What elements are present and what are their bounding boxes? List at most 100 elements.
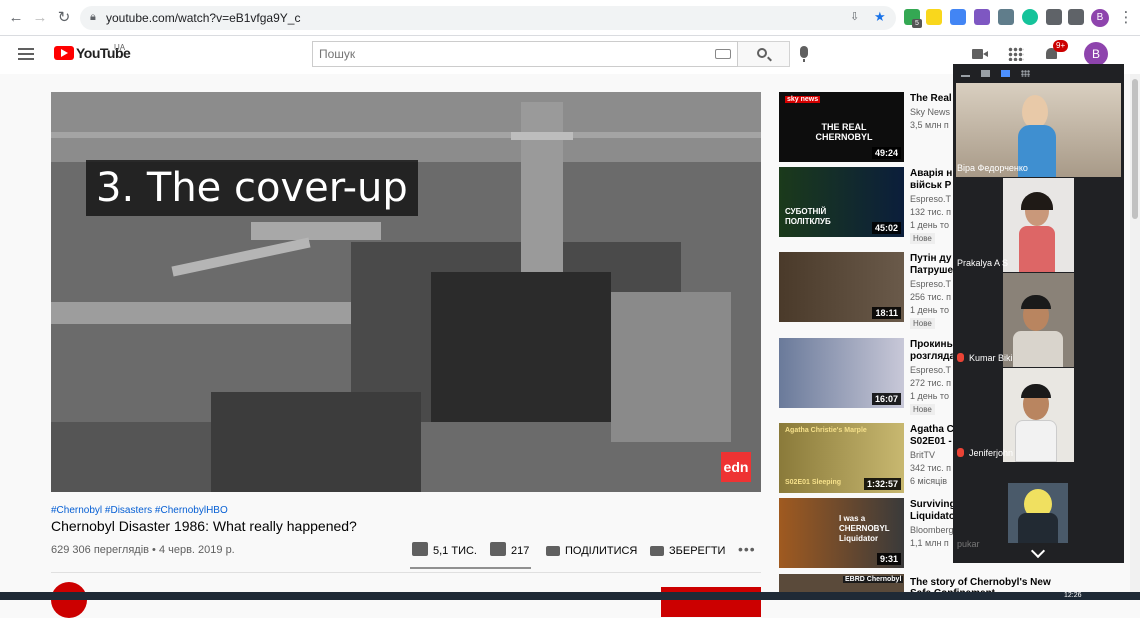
participant-name: Prakalya A S xyxy=(957,258,1009,268)
video-overlay-caption: 3. The cover-up xyxy=(86,160,418,216)
dislike-count: 217 xyxy=(511,545,530,557)
recommendation-item[interactable]: Agatha Christie's Marple S02E01 Sleeping… xyxy=(779,423,959,495)
layout-list-icon[interactable] xyxy=(1001,70,1010,77)
mic-muted-icon xyxy=(957,448,964,457)
media-control-icon[interactable] xyxy=(1068,9,1084,25)
share-label: ПОДІЛИТИСЯ xyxy=(565,545,638,557)
bookmark-star-icon[interactable]: ★ xyxy=(874,9,886,25)
recommendation-title-line2[interactable]: військ Р xyxy=(910,179,958,192)
recommendation-thumbnail[interactable]: I was a CHERNOBYL Liquidator 9:31 xyxy=(779,498,904,568)
video-duration: 18:11 xyxy=(872,307,901,319)
browser-toolbar: ← → ↻ 🔒︎ youtube.com/watch?v=eB1vfga9Y_c… xyxy=(0,0,1140,36)
participant-tile[interactable]: Prakalya A S xyxy=(953,178,1124,272)
people-extension-icon[interactable] xyxy=(998,9,1014,25)
region-code: UA xyxy=(114,43,126,52)
user-avatar[interactable]: B xyxy=(1084,42,1108,66)
menu-icon[interactable] xyxy=(18,48,34,60)
layout-grid-icon[interactable] xyxy=(1021,70,1030,77)
address-bar[interactable]: 🔒︎ youtube.com/watch?v=eB1vfga9Y_c ⇩ ★ xyxy=(80,6,896,30)
recommendation-item[interactable]: sky news THE REAL CHERNOBYL 49:24 The Re… xyxy=(779,92,959,164)
browser-menu-icon[interactable]: ⋮ xyxy=(1116,8,1136,28)
new-badge: Нове xyxy=(910,404,935,415)
participant-video xyxy=(1003,178,1074,272)
recommendation-title[interactable]: The Real xyxy=(910,92,958,105)
video-player[interactable]: 3. The cover-up edn xyxy=(51,92,761,492)
recommendation-thumbnail[interactable]: 16:07 xyxy=(779,338,904,408)
video-duration: 9:31 xyxy=(876,553,901,565)
keyboard-icon[interactable] xyxy=(715,49,731,59)
reload-icon[interactable]: ↻ xyxy=(54,8,74,28)
recommendation-age: 6 місяців xyxy=(910,476,948,486)
channel-avatar[interactable] xyxy=(51,582,87,618)
save-button[interactable]: ЗБЕРЕГТИ xyxy=(650,541,725,561)
recommendation-thumbnail[interactable]: 18:11 xyxy=(779,252,904,322)
more-actions-icon[interactable]: ••• xyxy=(738,541,756,557)
thumbnail-badge: sky news xyxy=(785,96,821,103)
recommendation-item[interactable]: 16:07 Прокинь розгляда Espreso.T 272 тис… xyxy=(779,338,959,415)
create-video-icon[interactable] xyxy=(972,47,988,61)
youtube-logo-icon[interactable] xyxy=(54,46,74,60)
recommendation-thumbnail[interactable]: Agatha Christie's Marple S02E01 Sleeping… xyxy=(779,423,904,493)
save-label: ЗБЕРЕГТИ xyxy=(669,545,726,557)
browser-profile-avatar[interactable]: B xyxy=(1091,9,1109,27)
participant-name: Віра Федорченко xyxy=(957,163,1028,173)
apps-grid-icon[interactable] xyxy=(1008,47,1024,61)
install-icon[interactable]: ⇩ xyxy=(850,10,859,23)
recommendation-thumbnail[interactable]: СУБОТНІЙ ПОЛІТКЛУБ 45:02 xyxy=(779,167,904,237)
chevron-down-icon[interactable] xyxy=(1030,543,1046,559)
participant-tile[interactable]: Kumar Biki xyxy=(953,273,1124,367)
recommendation-title-line2[interactable]: S02E01 - xyxy=(910,435,958,448)
participant-name-row: Kumar Biki xyxy=(957,353,1013,363)
thumbnail-text: Agatha Christie's Marple xyxy=(785,427,867,434)
share-icon xyxy=(546,546,560,556)
thumbs-up-icon xyxy=(412,542,428,556)
page-scrollbar[interactable] xyxy=(1130,74,1140,600)
recommendation-title-line2[interactable]: Liquidato xyxy=(910,510,958,523)
os-taskbar: 12:26 xyxy=(0,592,1140,600)
share-button[interactable]: ПОДІЛИТИСЯ xyxy=(546,541,637,561)
search-button[interactable] xyxy=(738,41,790,67)
video-duration: 49:24 xyxy=(871,147,901,159)
video-duration: 45:02 xyxy=(871,222,901,234)
recommendation-title-line2[interactable]: розгляда xyxy=(910,350,958,363)
translate-extension-icon[interactable] xyxy=(950,9,966,25)
participant-tile[interactable]: Віра Федорченко xyxy=(953,83,1124,177)
recommendation-age: 1 день то xyxy=(910,391,949,401)
participant-tile[interactable]: pukar xyxy=(953,463,1124,549)
recommendation-item[interactable]: I was a CHERNOBYL Liquidator 9:31 Surviv… xyxy=(779,498,959,570)
like-button[interactable]: 5,1 ТИС. xyxy=(412,541,477,561)
grammarly-icon[interactable] xyxy=(1022,9,1038,25)
voice-search-icon[interactable] xyxy=(800,46,808,62)
recommendation-thumbnail[interactable]: sky news THE REAL CHERNOBYL 49:24 xyxy=(779,92,904,162)
note-extension-icon[interactable] xyxy=(926,9,942,25)
mic-extension-icon[interactable] xyxy=(974,9,990,25)
scrollbar-thumb[interactable] xyxy=(1132,79,1138,219)
channel-watermark[interactable]: edn xyxy=(721,452,751,482)
participant-name-row: Jeniferjohn xyxy=(957,448,1013,458)
mic-muted-icon xyxy=(957,353,964,362)
back-icon[interactable]: ← xyxy=(6,8,26,28)
layout-single-icon[interactable] xyxy=(981,70,990,77)
recommendation-thumbnail[interactable]: EBRD Chernobyl xyxy=(779,574,904,592)
search-input[interactable] xyxy=(313,42,709,66)
minimize-icon[interactable] xyxy=(961,75,970,77)
thumbs-down-icon xyxy=(490,542,506,556)
participant-tile[interactable]: Jeniferjohn xyxy=(953,368,1124,462)
video-duration: 1:32:57 xyxy=(863,478,901,490)
recommendation-item[interactable]: 18:11 Путін ду Патруше Espreso.T 256 тис… xyxy=(779,252,959,329)
recommendation-item[interactable]: EBRD Chernobyl The story of Chernobyl's … xyxy=(779,574,1079,599)
like-ratio-bar xyxy=(410,567,531,569)
video-hashtags[interactable]: #Chernobyl #Disasters #ChernobylHBO xyxy=(51,505,228,516)
recommendation-title-line2[interactable]: Патруше xyxy=(910,264,958,277)
address-url: youtube.com/watch?v=eB1vfga9Y_c xyxy=(106,11,301,25)
participant-video xyxy=(1003,368,1074,462)
dislike-button[interactable]: 217 xyxy=(490,541,529,561)
puzzle-icon[interactable] xyxy=(1046,9,1062,25)
thumbnail-text: СУБОТНІЙ ПОЛІТКЛУБ xyxy=(785,207,831,226)
video-frame xyxy=(51,92,761,492)
search-icon xyxy=(757,48,767,58)
forward-icon[interactable]: → xyxy=(30,8,50,28)
divider xyxy=(51,572,761,573)
recommendation-item[interactable]: СУБОТНІЙ ПОЛІТКЛУБ 45:02 Аварія н військ… xyxy=(779,167,959,244)
recommendation-channel: Espreso.T xyxy=(910,279,952,289)
